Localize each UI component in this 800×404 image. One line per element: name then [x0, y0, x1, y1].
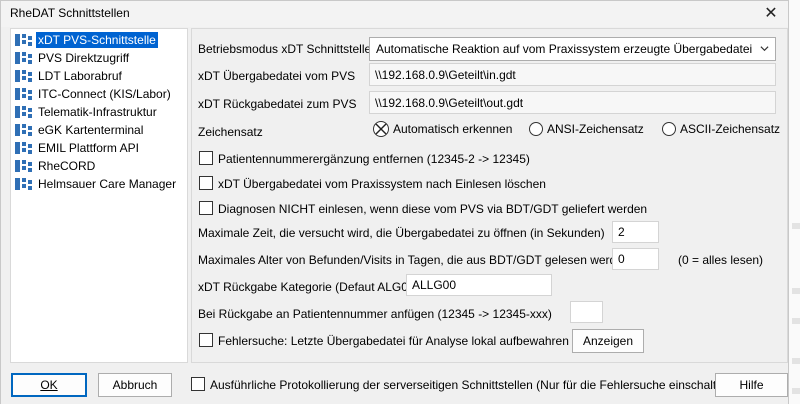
maxalter-hint: (0 = alles lesen) — [678, 253, 764, 267]
bottom-bar: OK Abbruch Ausführliche Protokollierung … — [1, 367, 788, 404]
betriebsmodus-select[interactable]: Automatische Reaktion auf vom Praxissyst… — [369, 37, 776, 61]
checkbox-patientennr-label: Patientennummerergänzung entfernen (1234… — [218, 152, 530, 166]
sidebar-item-itc-connect[interactable]: ITC-Connect (KIS/Labor) — [15, 85, 185, 103]
chevron-down-icon — [760, 46, 769, 52]
sidebar-item-label: EMIL Plattform API — [38, 141, 139, 155]
sidebar-item-ldt-laborabruf[interactable]: LDT Laborabruf — [15, 67, 185, 85]
sidebar-item-pvs-direktzugriff[interactable]: PVS Direktzugriff — [15, 49, 185, 67]
radio-unchecked-icon — [662, 122, 676, 136]
radio-unchecked-icon — [529, 122, 543, 136]
title-bar: RheDAT Schnittstellen ✕ — [1, 1, 788, 27]
radio-ascii-label: ASCII-Zeichensatz — [680, 122, 781, 136]
betriebsmodus-value: Automatische Reaktion auf vom Praxissyst… — [376, 42, 753, 56]
sidebar-item-label: RheCORD — [38, 159, 96, 173]
sidebar-item-label: PVS Direktzugriff — [38, 51, 130, 65]
sidebar-item-telematik[interactable]: Telematik-Infrastruktur — [15, 103, 185, 121]
sidebar-item-label: ITC-Connect (KIS/Labor) — [38, 87, 171, 101]
rueckgabe-label: xDT Rückgabedatei zum PVS — [198, 97, 357, 111]
checkbox-protokollierung[interactable] — [191, 377, 205, 391]
betriebsmodus-label: Betriebsmodus xDT Schnittstelle — [198, 42, 372, 56]
edge-mark — [792, 388, 800, 394]
network-icon — [15, 178, 32, 190]
sidebar-item-label: Helmsauer Care Manager — [38, 177, 177, 191]
close-button[interactable]: ✕ — [760, 3, 782, 25]
anfuegen-input[interactable] — [570, 301, 603, 323]
sidebar-item-egk-kartenterminal[interactable]: eGK Kartenterminal — [15, 121, 185, 139]
edge-mark — [792, 288, 800, 294]
dialog-window: RheDAT Schnittstellen ✕ xDT PVS-Schnitts… — [0, 0, 789, 404]
checkbox-fehlersuche[interactable] — [199, 333, 213, 347]
kategorie-label: xDT Rückgabe Kategorie (Defaut ALG00) — [198, 280, 419, 294]
network-icon — [15, 124, 32, 136]
sidebar-item-rhecord[interactable]: RheCORD — [15, 157, 185, 175]
background-window-edge — [789, 0, 800, 404]
maxalter-label: Maximales Alter von Befunden/Visits in T… — [198, 253, 630, 267]
maxzeit-label: Maximale Zeit, die versucht wird, die Üb… — [198, 226, 605, 240]
checkbox-diagnosen-label: Diagnosen NICHT einlesen, wenn diese vom… — [218, 202, 648, 216]
radio-automatisch[interactable]: Automatisch erkennen — [373, 121, 512, 137]
checkbox-loeschen-label: xDT Übergabedatei vom Praxissystem nach … — [218, 177, 546, 191]
checkbox-fehlersuche-label: Fehlersuche: Letzte Übergabedatei für An… — [218, 334, 569, 348]
sidebar-item-label: Telematik-Infrastruktur — [38, 105, 157, 119]
rueckgabe-field[interactable]: \\192.168.0.9\Geteilt\out.gdt — [369, 91, 776, 114]
edge-mark — [792, 318, 800, 324]
abbruch-button[interactable]: Abbruch — [98, 373, 172, 397]
maxzeit-input[interactable]: 2 — [612, 221, 659, 243]
uebergabe-field[interactable]: \\192.168.0.9\Geteilt\in.gdt — [369, 63, 776, 86]
ok-button[interactable]: OK — [11, 373, 87, 397]
network-icon — [15, 88, 32, 100]
window-title: RheDAT Schnittstellen — [10, 6, 130, 20]
sidebar-item-xdt-pvs[interactable]: xDT PVS-Schnittstelle — [15, 31, 185, 49]
sidebar-item-helmsauer[interactable]: Helmsauer Care Manager — [15, 175, 185, 193]
edge-mark — [792, 358, 800, 364]
radio-checked-icon — [373, 121, 389, 137]
checkbox-protokollierung-label: Ausführliche Protokollierung der servers… — [210, 378, 737, 392]
sidebar-item-label: eGK Kartenterminal — [38, 123, 144, 137]
sidebar-item-label: LDT Laborabruf — [38, 69, 122, 83]
interface-list: xDT PVS-Schnittstelle PVS Direktzugriff … — [10, 28, 188, 363]
sidebar-item-label: xDT PVS-Schnittstelle — [36, 32, 158, 48]
edge-mark — [792, 223, 800, 229]
checkbox-diagnosen[interactable] — [199, 201, 213, 215]
anzeigen-button[interactable]: Anzeigen — [572, 329, 644, 353]
zeichensatz-label: Zeichensatz — [198, 125, 263, 139]
network-icon — [15, 106, 32, 118]
uebergabe-label: xDT Übergabedatei vom PVS — [198, 69, 356, 83]
radio-ansi[interactable]: ANSI-Zeichensatz — [529, 122, 644, 136]
anfuegen-label: Bei Rückgabe an Patientennummer anfügen … — [198, 307, 552, 321]
settings-panel: Betriebsmodus xDT Schnittstelle Automati… — [191, 28, 788, 363]
checkbox-patientennr[interactable] — [199, 151, 213, 165]
network-icon — [15, 70, 32, 82]
radio-ansi-label: ANSI-Zeichensatz — [547, 122, 644, 136]
network-icon — [15, 52, 32, 64]
radio-automatisch-label: Automatisch erkennen — [393, 122, 513, 136]
network-icon — [15, 160, 32, 172]
maxalter-input[interactable]: 0 — [612, 248, 659, 270]
sidebar-item-emil-api[interactable]: EMIL Plattform API — [15, 139, 185, 157]
radio-ascii[interactable]: ASCII-Zeichensatz — [662, 122, 780, 136]
network-icon — [15, 142, 32, 154]
hilfe-button[interactable]: Hilfe — [715, 373, 788, 397]
checkbox-loeschen[interactable] — [199, 176, 213, 190]
kategorie-input[interactable]: ALLG00 — [406, 274, 552, 296]
network-icon — [15, 34, 32, 46]
